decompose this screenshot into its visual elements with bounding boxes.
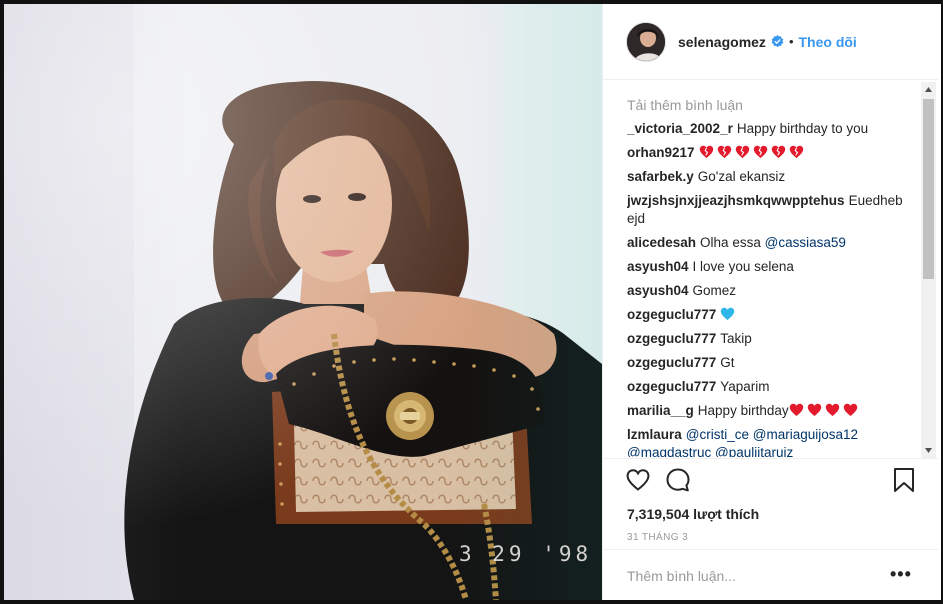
broken-heart-emoji-icon xyxy=(735,145,749,159)
separator-dot: • xyxy=(788,34,794,49)
avatar-image xyxy=(627,22,665,61)
comment-username[interactable]: safarbek.y xyxy=(627,169,694,184)
comment-row: ozgeguclu777 xyxy=(627,306,917,324)
photo-filter-overlay xyxy=(4,4,602,600)
comment-username[interactable]: ozgeguclu777 xyxy=(627,307,716,322)
comment-text: Yaparim xyxy=(720,379,770,394)
comment-row: _victoria_2002_r Happy birthday to you xyxy=(627,120,917,138)
comment-username[interactable]: asyush04 xyxy=(627,259,689,274)
broken-heart-emoji-icon xyxy=(789,145,803,159)
scroll-up-icon[interactable] xyxy=(921,82,936,97)
comment-username[interactable]: ozgeguclu777 xyxy=(627,331,716,346)
heart-emoji-icon xyxy=(721,307,735,321)
comments-scrollbar[interactable] xyxy=(921,82,936,458)
comment-username[interactable]: orhan9217 xyxy=(627,145,695,160)
broken-heart-emoji-icon xyxy=(771,145,785,159)
heart-emoji-icon xyxy=(825,403,839,417)
more-icon[interactable]: ••• xyxy=(890,564,912,585)
broken-heart-emoji-icon xyxy=(717,145,731,159)
photo-datestamp: 3 29 '98 xyxy=(459,542,593,566)
comment-username[interactable]: jwzjshsjnxjjeazjhsmkqwwpptehus xyxy=(627,193,845,208)
post-side-panel: selenagomez • Theo dõi Tải thêm bình luậ… xyxy=(602,4,939,600)
comment-mention-link[interactable]: @cristi_ce xyxy=(686,427,749,442)
broken-heart-emoji-icon xyxy=(753,145,767,159)
comment-row: lzmlaura @cristi_ce @mariaguijosa12 @magd… xyxy=(627,426,917,457)
heart-emoji-icon xyxy=(843,403,857,417)
post-photo[interactable]: 3 29 '98 xyxy=(4,4,602,600)
comment-username[interactable]: asyush04 xyxy=(627,283,689,298)
action-icons xyxy=(625,467,691,493)
comment-row: ozgeguclu777 Yaparim xyxy=(627,378,917,396)
add-comment-bar: Thêm bình luận... ••• xyxy=(603,549,938,600)
comment-row: ozgeguclu777 Gt xyxy=(627,354,917,372)
comment-username[interactable]: alicedesah xyxy=(627,235,696,250)
comment-text: Gt xyxy=(720,355,735,370)
bookmark-icon[interactable] xyxy=(893,467,915,493)
avatar[interactable] xyxy=(626,21,666,62)
comment-mention-link[interactable]: @mariaguijosa12 xyxy=(753,427,858,442)
post-date: 31 THÁNG 3 xyxy=(627,532,689,543)
comment-text: I love you selena xyxy=(692,259,794,274)
comment-text: Happy birthday to you xyxy=(736,121,869,136)
comment-mention-link[interactable]: @magdastruc xyxy=(627,445,711,457)
follow-button[interactable]: Theo dõi xyxy=(799,34,857,50)
load-more-comments-link[interactable]: Tải thêm bình luận xyxy=(627,96,917,114)
comment-text: Olha essa xyxy=(700,235,761,250)
comments-list[interactable]: Tải thêm bình luận _victoria_2002_r Happy… xyxy=(627,96,917,457)
heart-emoji-icon xyxy=(789,403,803,417)
comment-text: Gomez xyxy=(692,283,737,298)
comment-icon[interactable] xyxy=(665,467,691,493)
heart-icon[interactable] xyxy=(625,467,651,493)
comment-row: alicedesah Olha essa @cassiasa59 xyxy=(627,234,917,252)
comment-row: ozgeguclu777 Takip xyxy=(627,330,917,348)
comment-text: Go'zal ekansiz xyxy=(697,169,786,184)
comment-row: asyush04 I love you selena xyxy=(627,258,917,276)
add-comment-input[interactable]: Thêm bình luận... xyxy=(627,568,736,584)
post-author-username[interactable]: selenagomez xyxy=(678,34,766,50)
scrollbar-thumb[interactable] xyxy=(923,99,934,279)
comment-username[interactable]: lzmlaura xyxy=(627,427,682,442)
comment-mention-link[interactable]: @paulijtaruiz xyxy=(715,445,793,457)
comment-username[interactable]: ozgeguclu777 xyxy=(627,355,716,370)
scroll-down-icon[interactable] xyxy=(921,443,936,458)
broken-heart-emoji-icon xyxy=(699,145,713,159)
post-actions: 7,319,504 lượt thích 31 THÁNG 3 xyxy=(603,458,938,554)
comment-row: safarbek.y Go'zal ekansiz xyxy=(627,168,917,186)
comment-text: Happy birthday xyxy=(697,403,789,418)
comment-row: marilia__g Happy birthday xyxy=(627,402,917,420)
comment-text: Takip xyxy=(720,331,752,346)
likes-count[interactable]: 7,319,504 lượt thích xyxy=(627,506,759,522)
comment-row: asyush04 Gomez xyxy=(627,282,917,300)
comment-username[interactable]: _victoria_2002_r xyxy=(627,121,733,136)
post-header: selenagomez • Theo dõi xyxy=(603,4,938,80)
comment-username[interactable]: ozgeguclu777 xyxy=(627,379,716,394)
comment-row: orhan9217 xyxy=(627,144,917,162)
comment-mention-link[interactable]: @cassiasa59 xyxy=(765,235,846,250)
comment-row: jwzjshsjnxjjeazjhsmkqwwpptehus Euedheb ej… xyxy=(627,192,917,228)
verified-badge-icon xyxy=(771,35,784,48)
heart-emoji-icon xyxy=(807,403,821,417)
comment-username[interactable]: marilia__g xyxy=(627,403,694,418)
